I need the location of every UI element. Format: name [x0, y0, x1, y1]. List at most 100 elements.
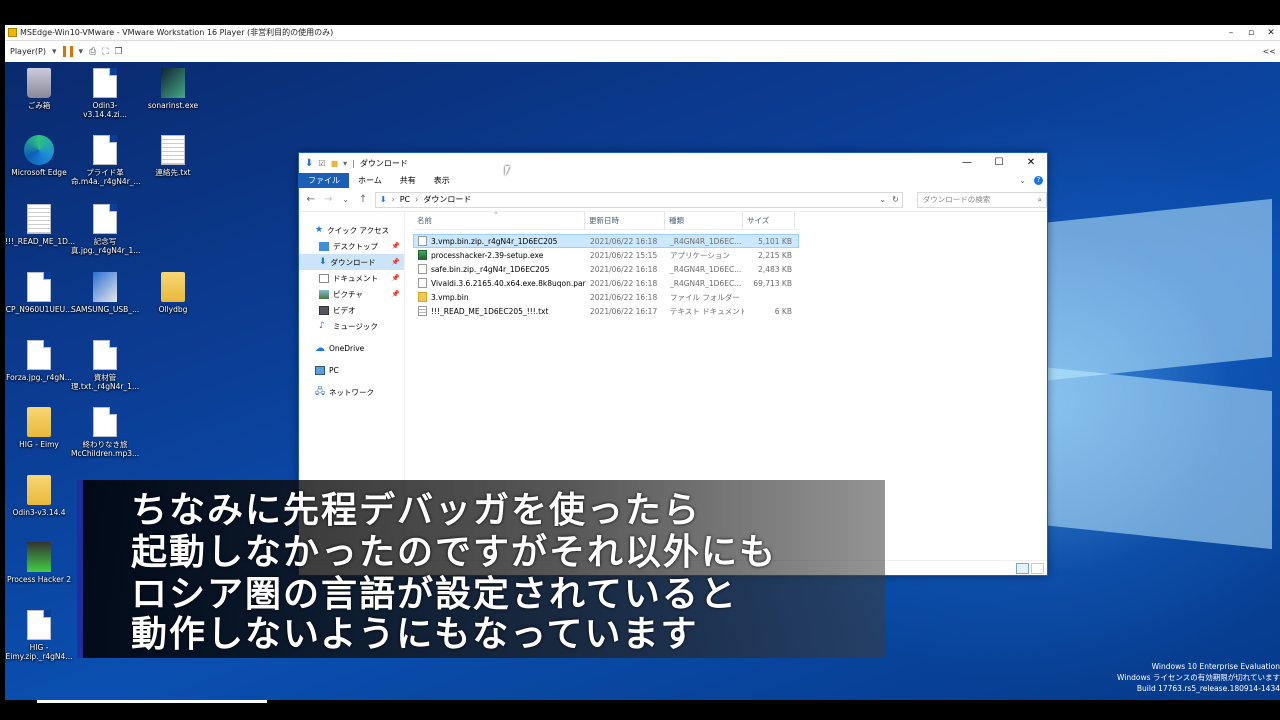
download-arrow-icon: ⬇: [379, 195, 387, 204]
column-header-date[interactable]: 更新日時: [585, 212, 665, 229]
nav-pictures[interactable]: ピクチャ 📌: [299, 286, 404, 302]
details-view-icon[interactable]: [1016, 563, 1029, 574]
minimize-icon[interactable]: —: [951, 153, 983, 173]
properties-icon[interactable]: ☑: [318, 159, 325, 168]
download-arrow-icon: ⬇: [319, 257, 327, 267]
text-file-icon: [161, 135, 185, 165]
file-row[interactable]: processhacker-2.39-setup.exe 2021/06/22 …: [413, 248, 799, 262]
text-file-icon: [27, 204, 51, 234]
nav-onedrive[interactable]: ☁ OneDrive: [299, 340, 404, 356]
desktop-icon-text[interactable]: 連絡先.txt: [139, 135, 207, 177]
desktop-icon-file[interactable]: 資材管理.txt._r4gN4r_1...: [71, 340, 139, 391]
file-list: 名前 ⌃ 更新日時 種類 サイズ 3.vmp.bin.zip._r4gN4r_1…: [413, 211, 799, 318]
maximize-icon[interactable]: ☐: [983, 153, 1015, 173]
windows-logo-pane: [1022, 198, 1272, 384]
nav-quick-access[interactable]: ★ クイック アクセス: [299, 222, 404, 238]
tab-file[interactable]: ファイル: [299, 173, 349, 188]
minimize-icon[interactable]: –: [1222, 25, 1240, 41]
send-ctrl-alt-del-icon[interactable]: ⎙: [89, 47, 96, 57]
forward-icon[interactable]: →: [322, 194, 333, 205]
player-menu[interactable]: Player(P): [10, 47, 46, 56]
desktop-icon-folder[interactable]: Ollydbg: [139, 272, 207, 314]
help-icon[interactable]: ?: [1034, 176, 1043, 185]
nav-videos[interactable]: ビデオ: [299, 302, 404, 318]
desktop-icon-recycle-bin[interactable]: ごみ箱: [5, 68, 73, 110]
taskbar-item[interactable]: [37, 700, 267, 703]
collapse-toolbar-button[interactable]: <<: [1263, 47, 1276, 56]
folder-icon: ■: [330, 158, 339, 168]
unity-icon[interactable]: ❐: [115, 47, 123, 57]
refresh-icon[interactable]: ↻: [892, 195, 899, 204]
tab-share[interactable]: 共有: [391, 173, 425, 188]
desktop-icon-file[interactable]: Forza.jpg._r4gN...: [5, 340, 73, 382]
tab-view[interactable]: 表示: [425, 173, 459, 188]
file-row[interactable]: safe.bin.zip._r4gN4r_1D6EC205 2021/06/22…: [413, 262, 799, 276]
file-icon: [418, 278, 427, 288]
chevron-down-icon[interactable]: ⌄: [879, 195, 886, 204]
file-row[interactable]: 3.vmp.bin.zip._r4gN4r_1D6EC205 2021/06/2…: [413, 234, 799, 248]
vmware-titlebar: MSEdge-Win10-VMware - VMware Workstation…: [5, 25, 1280, 41]
process-hacker-icon: [27, 542, 51, 572]
file-row[interactable]: 3.vmp.bin 2021/06/22 16:18 ファイル フォルダー: [413, 290, 799, 304]
address-bar[interactable]: ⬇ › PC › ダウンロード ⌄ ↻: [374, 191, 903, 208]
maximize-icon[interactable]: ▫: [1242, 25, 1260, 41]
desktop-icon-folder[interactable]: HIG - Eimy: [5, 407, 73, 449]
nav-downloads[interactable]: ⬇ ダウンロード 📌: [299, 254, 404, 270]
desktop-icon-text[interactable]: !!!_READ_ME_1D...: [5, 204, 75, 246]
desktop-icon-folder[interactable]: Odin3-v3.14.4: [5, 475, 73, 517]
breadcrumb-downloads[interactable]: ダウンロード: [423, 194, 471, 205]
pin-icon[interactable]: 📌: [391, 242, 400, 250]
sort-ascending-icon: ⌃: [493, 211, 499, 219]
desktop-icon-file[interactable]: HIG - Eimy.zip._r4gN4...: [5, 610, 73, 661]
pin-icon[interactable]: 📌: [391, 290, 400, 298]
chevron-down-icon[interactable]: ⌄: [1019, 176, 1026, 185]
desktop-icon-process-hacker[interactable]: Process Hacker 2: [5, 542, 73, 584]
desktop-icon-app[interactable]: sonarinst.exe: [139, 68, 207, 110]
desktop-icon: [319, 241, 329, 251]
close-icon[interactable]: ✕: [1262, 25, 1280, 41]
search-input[interactable]: ダウンロードの検索 ⌕: [916, 191, 1047, 208]
file-icon: [27, 610, 51, 640]
desktop-icon-edge[interactable]: Microsoft Edge: [5, 135, 73, 177]
chevron-down-icon[interactable]: ⌄: [340, 195, 351, 204]
breadcrumb-pc[interactable]: PC: [400, 195, 410, 204]
up-icon[interactable]: ↑: [357, 194, 368, 205]
chevron-down-icon[interactable]: ▾: [343, 159, 347, 168]
column-header-type[interactable]: 種類: [665, 212, 743, 229]
nav-network[interactable]: 🖧 ネットワーク: [299, 384, 404, 400]
file-icon: [27, 340, 51, 370]
pin-icon[interactable]: 📌: [391, 274, 400, 282]
column-header-name[interactable]: 名前 ⌃: [413, 211, 585, 229]
pin-icon[interactable]: 📌: [391, 258, 400, 266]
back-icon[interactable]: ←: [305, 194, 316, 205]
star-icon: ★: [315, 225, 324, 235]
close-icon[interactable]: ✕: [1015, 153, 1047, 173]
application-icon: [418, 250, 427, 260]
file-icon: [93, 407, 117, 437]
network-icon: 🖧: [315, 387, 326, 397]
chevron-down-icon[interactable]: ▾: [52, 47, 57, 57]
nav-documents[interactable]: ドキュメント 📌: [299, 270, 404, 286]
nav-music[interactable]: ♪ ミュージック: [299, 318, 404, 334]
column-header-size[interactable]: サイズ: [743, 212, 795, 229]
fullscreen-icon[interactable]: ⛶: [102, 47, 108, 57]
large-icons-view-icon[interactable]: [1031, 563, 1044, 574]
taskbar: [0, 700, 1280, 720]
explorer-window-title: ダウンロード: [359, 158, 408, 168]
file-row[interactable]: Vivaldi.3.6.2165.40.x64.exe.8k8uqon.part…: [413, 276, 799, 290]
nav-pc[interactable]: PC: [299, 362, 404, 378]
desktop-icon-file[interactable]: Odin3-v3.14.4.zi...: [71, 68, 139, 119]
desktop-icon-file[interactable]: 終わりなき旅McChildren.mp3...: [71, 407, 139, 458]
chevron-down-icon[interactable]: ▾: [79, 47, 84, 57]
download-arrow-icon: ⬇: [305, 157, 314, 169]
desktop-icon-file[interactable]: CP_N960U1UEU...: [5, 272, 73, 314]
nav-desktop[interactable]: デスクトップ 📌: [299, 238, 404, 254]
text-file-icon: [418, 306, 427, 316]
desktop-icon-file[interactable]: プライド革命.m4a._r4gN4r_...: [71, 135, 141, 186]
picture-icon: [319, 289, 329, 299]
tab-home[interactable]: ホーム: [349, 173, 391, 188]
file-row[interactable]: !!!_READ_ME_1D6EC205_!!!.txt 2021/06/22 …: [413, 304, 799, 318]
pause-icon[interactable]: [62, 46, 73, 57]
desktop-icon-installer[interactable]: SAMSUNG_USB_...: [71, 272, 139, 314]
desktop-icon-file[interactable]: 記念写真.jpg._r4gN4r_1...: [71, 204, 140, 255]
